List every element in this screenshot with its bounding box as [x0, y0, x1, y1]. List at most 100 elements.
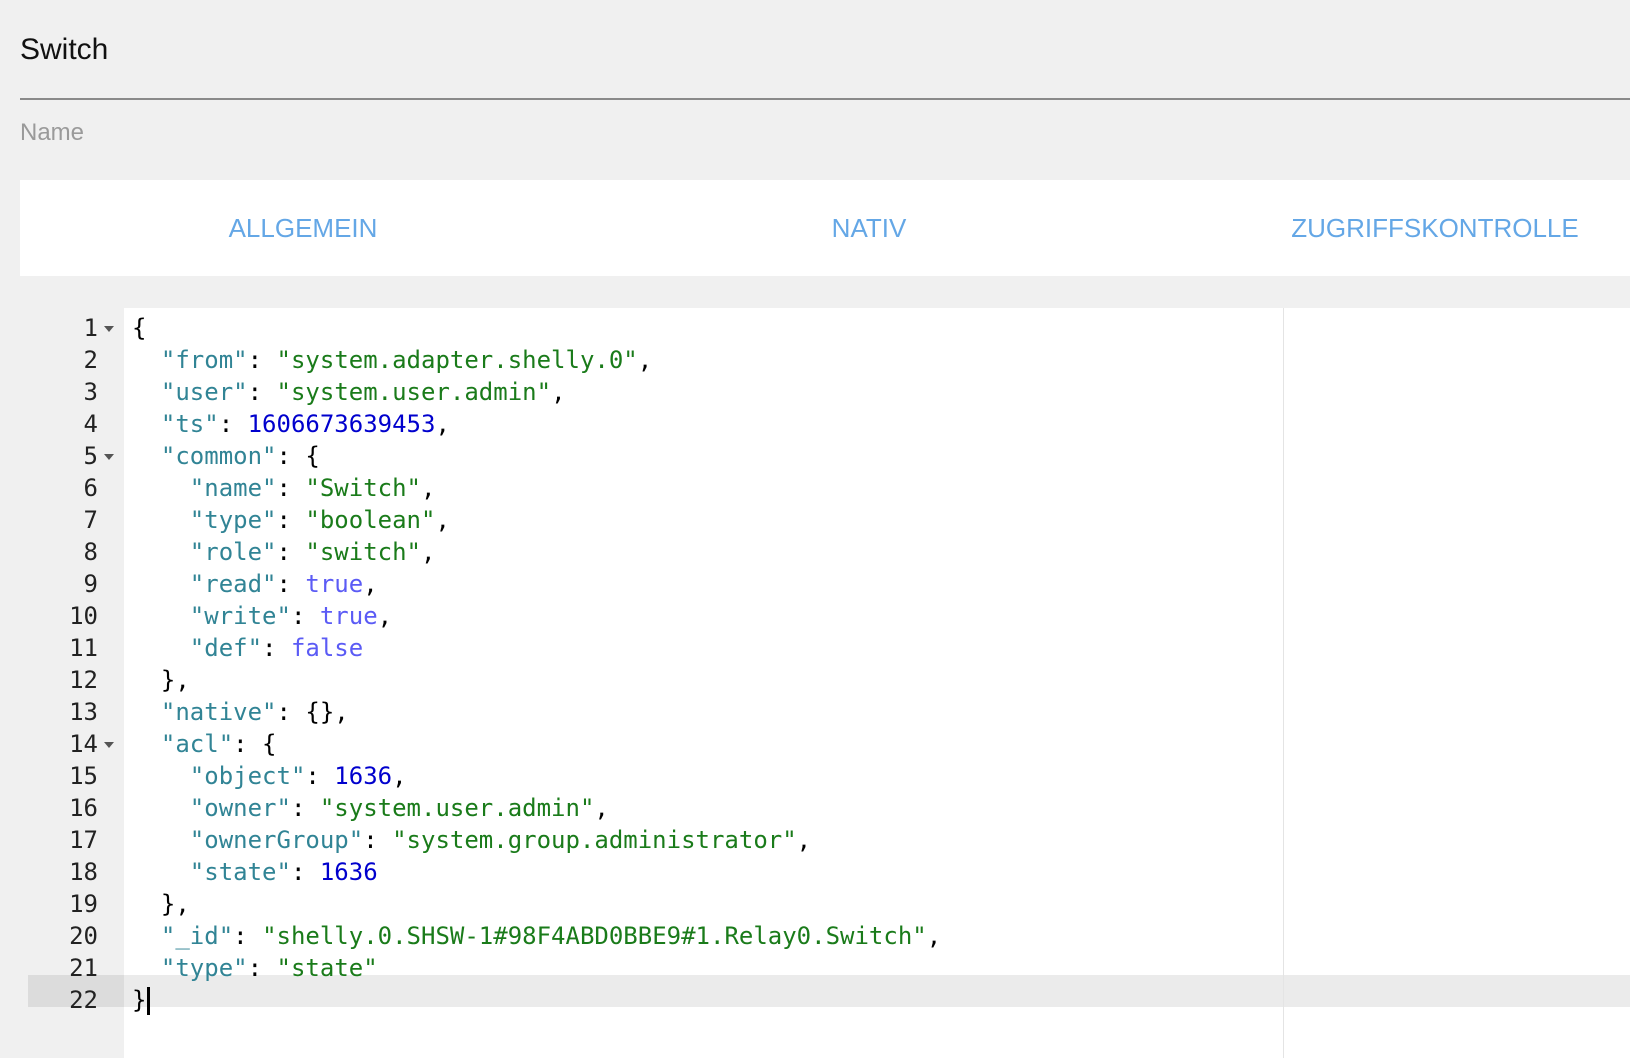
- code-content[interactable]: "common": {: [132, 440, 320, 472]
- code-line[interactable]: 18 "state": 1636: [28, 856, 1630, 888]
- json-punctuation: },: [132, 890, 190, 918]
- json-key: "write": [189, 602, 291, 630]
- json-punctuation: :: [262, 634, 291, 662]
- code-line[interactable]: 12 },: [28, 664, 1630, 696]
- name-field[interactable]: Switch Name: [20, 0, 1630, 150]
- json-punctuation: ,: [392, 762, 407, 790]
- json-punctuation: :: [276, 506, 306, 534]
- code-line[interactable]: 7 "type": "boolean",: [28, 504, 1630, 536]
- code-line[interactable]: 1{: [28, 312, 1630, 344]
- json-string: "Switch": [305, 474, 421, 502]
- code-line[interactable]: 8 "role": "switch",: [28, 536, 1630, 568]
- line-number: 1: [83, 314, 98, 342]
- code-line[interactable]: 6 "name": "Switch",: [28, 472, 1630, 504]
- code-content[interactable]: "def": false: [132, 632, 363, 664]
- code-line[interactable]: 21 "type": "state": [28, 952, 1630, 984]
- json-boolean: true: [305, 570, 364, 598]
- name-field-label: Name: [20, 119, 85, 146]
- code-content[interactable]: "owner": "system.user.admin",: [132, 792, 609, 824]
- json-string: "switch": [305, 538, 421, 566]
- line-number: 13: [69, 698, 98, 726]
- json-punctuation: [132, 378, 161, 406]
- json-punctuation: ,: [421, 538, 436, 566]
- code-line[interactable]: 19 },: [28, 888, 1630, 920]
- json-punctuation: :: [290, 858, 320, 886]
- json-punctuation: [132, 538, 190, 566]
- code-content[interactable]: "ts": 1606673639453,: [132, 408, 450, 440]
- line-number: 10: [69, 602, 98, 630]
- code-lines[interactable]: 1{2 "from": "system.adapter.shelly.0", 3 …: [28, 312, 1630, 1016]
- json-punctuation: [132, 346, 161, 374]
- json-string: "state": [276, 954, 378, 982]
- code-line[interactable]: 17 "ownerGroup": "system.group.administr…: [28, 824, 1630, 856]
- code-content[interactable]: "type": "state": [132, 952, 378, 984]
- code-content[interactable]: "acl": {: [132, 728, 277, 760]
- code-content[interactable]: "name": "Switch",: [132, 472, 436, 504]
- code-content[interactable]: "state": 1636: [132, 856, 378, 888]
- code-content[interactable]: "native": {},: [132, 696, 349, 728]
- json-punctuation: ,: [377, 602, 393, 630]
- line-number: 21: [69, 954, 98, 982]
- code-line[interactable]: 16 "owner": "system.user.admin",: [28, 792, 1630, 824]
- json-punctuation: [132, 730, 161, 758]
- code-content[interactable]: "_id": "shelly.0.SHSW-1#98F4ABD0BBE9#1.R…: [132, 920, 941, 952]
- json-number: 1606673639453: [247, 410, 436, 438]
- code-line[interactable]: 10 "write": true,: [28, 600, 1630, 632]
- line-number: 18: [69, 858, 98, 886]
- text-cursor: [147, 987, 151, 1015]
- code-content[interactable]: "read": true,: [132, 568, 378, 600]
- code-line[interactable]: 20 "_id": "shelly.0.SHSW-1#98F4ABD0BBE9#…: [28, 920, 1630, 952]
- json-key: "def": [189, 634, 263, 662]
- code-line[interactable]: 15 "object": 1636,: [28, 760, 1630, 792]
- json-key: "name": [189, 474, 277, 502]
- json-punctuation: [132, 602, 190, 630]
- code-line[interactable]: 14 "acl": {: [28, 728, 1630, 760]
- code-content[interactable]: "object": 1636,: [132, 760, 407, 792]
- json-string: "system.group.administrator": [392, 826, 797, 854]
- code-content[interactable]: "ownerGroup": "system.group.administrato…: [132, 824, 811, 856]
- json-punctuation: :: [363, 826, 393, 854]
- code-content[interactable]: "role": "switch",: [132, 536, 436, 568]
- json-punctuation: [132, 570, 190, 598]
- fold-toggle-icon[interactable]: [104, 454, 114, 460]
- json-key: "owner": [189, 794, 291, 822]
- line-number: 14: [69, 730, 98, 758]
- fold-toggle-icon[interactable]: [104, 326, 114, 332]
- code-content[interactable]: "write": true,: [132, 600, 392, 632]
- tab-nativ[interactable]: NATIV: [586, 180, 1152, 276]
- code-content[interactable]: "type": "boolean",: [132, 504, 450, 536]
- json-punctuation: [132, 474, 190, 502]
- code-line[interactable]: 2 "from": "system.adapter.shelly.0",: [28, 344, 1630, 376]
- json-key: "user": [160, 378, 248, 406]
- code-line[interactable]: 22}: [28, 984, 1630, 1016]
- json-punctuation: :: [290, 794, 320, 822]
- code-line[interactable]: 11 "def": false: [28, 632, 1630, 664]
- code-content[interactable]: }: [132, 984, 151, 1016]
- code-line[interactable]: 13 "native": {},: [28, 696, 1630, 728]
- json-code-editor[interactable]: 1{2 "from": "system.adapter.shelly.0", 3 …: [28, 308, 1630, 1058]
- json-punctuation: : {: [233, 730, 277, 758]
- code-content[interactable]: {: [132, 312, 146, 344]
- json-punctuation: ,: [637, 346, 653, 374]
- line-number: 8: [83, 538, 98, 566]
- code-line[interactable]: 9 "read": true,: [28, 568, 1630, 600]
- json-punctuation: [132, 858, 190, 886]
- json-punctuation: [132, 922, 161, 950]
- json-punctuation: :: [247, 954, 277, 982]
- tab-allgemein[interactable]: ALLGEMEIN: [20, 180, 586, 276]
- code-content[interactable]: },: [132, 664, 190, 696]
- tab-zugriffskontrolle[interactable]: ZUGRIFFSKONTROLLE: [1152, 180, 1630, 276]
- json-punctuation: [132, 762, 190, 790]
- code-line[interactable]: 3 "user": "system.user.admin",: [28, 376, 1630, 408]
- code-content[interactable]: "user": "system.user.admin",: [132, 376, 566, 408]
- code-line[interactable]: 5 "common": {: [28, 440, 1630, 472]
- code-line[interactable]: 4 "ts": 1606673639453,: [28, 408, 1630, 440]
- code-content[interactable]: "from": "system.adapter.shelly.0",: [132, 344, 652, 376]
- code-content[interactable]: },: [132, 888, 190, 920]
- json-punctuation: ,: [363, 570, 378, 598]
- json-punctuation: : {: [276, 442, 320, 470]
- json-punctuation: [132, 698, 161, 726]
- name-input-value[interactable]: Switch: [20, 30, 108, 70]
- fold-toggle-icon[interactable]: [104, 742, 114, 748]
- line-number: 22: [69, 986, 98, 1014]
